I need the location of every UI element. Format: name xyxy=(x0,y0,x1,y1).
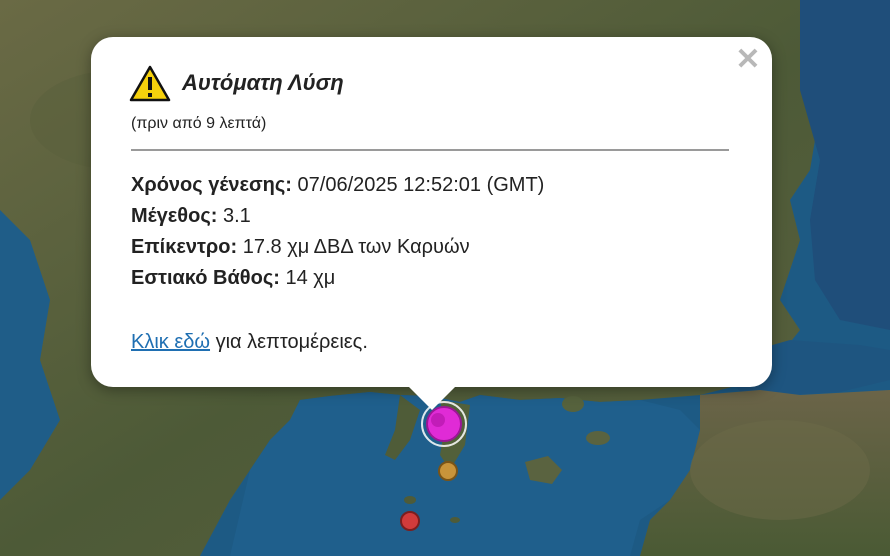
marker-recent-epicenter[interactable] xyxy=(438,461,458,481)
details-link-row: Κλικ εδώ για λεπτομέρειες. xyxy=(131,331,368,354)
island-small-1 xyxy=(404,496,416,504)
marker-older-epicenter[interactable] xyxy=(400,511,420,531)
island-small-2 xyxy=(450,517,460,523)
marker-latest-epicenter-core xyxy=(431,413,445,427)
origin-time-value: 07/06/2025 12:52:01 (GMT) xyxy=(297,174,545,196)
warning-triangle-icon xyxy=(129,65,171,102)
magnitude-label: Μέγεθος: xyxy=(131,205,218,227)
island-thasos xyxy=(562,396,584,412)
focal-depth-label: Εστιακό Βάθος: xyxy=(131,267,280,289)
focal-depth-row: Εστιακό Βάθος: 14 χμ xyxy=(131,263,544,294)
origin-time-label: Χρόνος γένεσης: xyxy=(131,174,292,196)
marker-latest-epicenter[interactable] xyxy=(426,406,462,442)
island-samothraki xyxy=(586,431,610,445)
origin-time-row: Χρόνος γένεσης: 07/06/2025 12:52:01 (GMT… xyxy=(131,170,544,201)
epicenter-row: Επίκεντρο: 17.8 χμ ΔΒΔ των Καρυών xyxy=(131,232,544,263)
earthquake-info-popup: ✕ Αυτόματη Λύση (πριν από 9 λεπτά) Χρόνο… xyxy=(91,37,772,387)
epicenter-value: 17.8 χμ ΔΒΔ των Καρυών xyxy=(242,236,470,258)
earthquake-details: Χρόνος γένεσης: 07/06/2025 12:52:01 (GMT… xyxy=(131,170,544,294)
terrain-shade-4 xyxy=(690,420,870,520)
details-link[interactable]: Κλικ εδώ xyxy=(131,331,210,353)
close-icon[interactable]: ✕ xyxy=(734,45,762,75)
details-link-suffix: για λεπτομέρειες. xyxy=(210,331,368,353)
focal-depth-value: 14 χμ xyxy=(285,267,336,289)
popup-subtitle: (πριν από 9 λεπτά) xyxy=(131,115,267,132)
magnitude-value: 3.1 xyxy=(222,205,251,227)
magnitude-row: Μέγεθος: 3.1 xyxy=(131,201,544,232)
epicenter-label: Επίκεντρο: xyxy=(131,236,238,258)
popup-divider xyxy=(131,149,729,151)
popup-title: Αυτόματη Λύση xyxy=(182,70,344,95)
popup-pointer xyxy=(408,386,456,410)
